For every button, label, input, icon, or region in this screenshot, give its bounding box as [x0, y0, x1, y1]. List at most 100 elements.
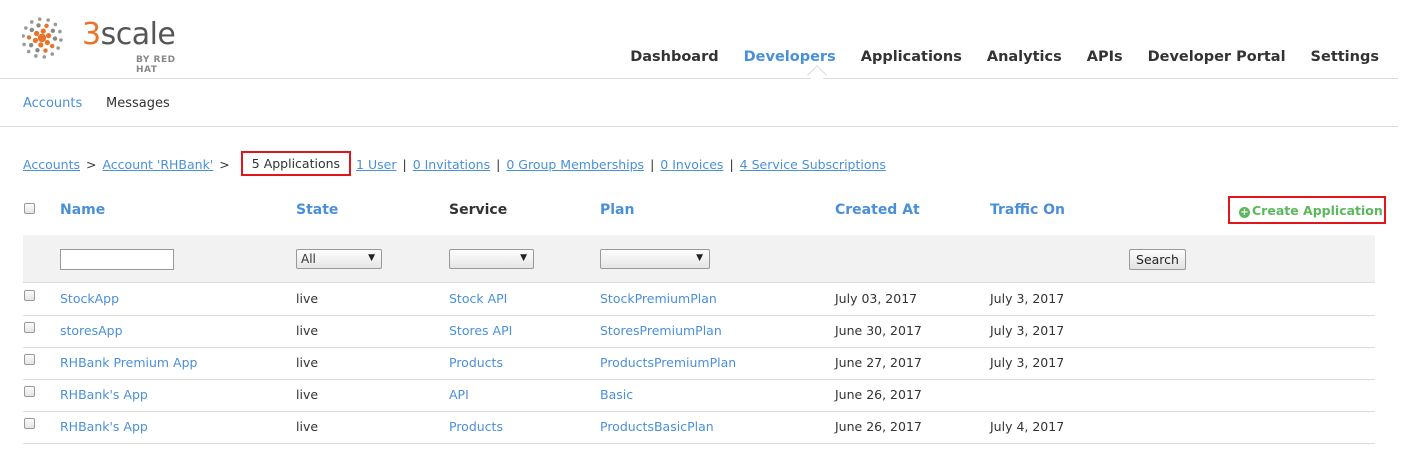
column-header-plan[interactable]: Plan: [600, 202, 634, 218]
logo-dot: [50, 52, 55, 56]
create-application-label: Create Application: [1252, 203, 1383, 218]
breadcrumb-link-0-invoices[interactable]: 0 Invoices: [660, 157, 723, 172]
plan-filter-select[interactable]: ▼: [600, 249, 710, 269]
cell-traffic-on: July 3, 2017: [990, 323, 1065, 338]
logo-dot: [22, 34, 25, 38]
service-filter-select[interactable]: ▼: [449, 249, 534, 269]
state-filter-value: All: [301, 252, 316, 266]
logo-dot: [34, 54, 38, 58]
breadcrumb-accounts-link[interactable]: Accounts: [23, 157, 80, 172]
cell-created-at: June 26, 2017: [835, 387, 922, 402]
logo-dot: [50, 28, 56, 34]
nav-developer-portal[interactable]: Developer Portal: [1148, 48, 1286, 66]
logo-wordmark: 3scale: [82, 17, 176, 52]
cell-traffic-on: July 4, 2017: [990, 419, 1065, 434]
breadcrumb-link-4-service-subscriptions[interactable]: 4 Service Subscriptions: [740, 157, 886, 172]
logo-dot: [37, 17, 42, 21]
breadcrumb: Accounts > Account 'RHBank' >5 Applications…: [23, 151, 886, 176]
3scale-logo[interactable]: 3scale BY RED HAT: [22, 14, 194, 75]
logo-dot: [26, 49, 31, 54]
cell-created-at: June 27, 2017: [835, 355, 922, 370]
column-header-state[interactable]: State: [296, 202, 338, 218]
breadcrumb-link-1-user[interactable]: 1 User: [356, 157, 396, 172]
table-row: RHBank Premium App live Products ProductsPr…: [23, 348, 1375, 380]
cell-traffic-on: July 3, 2017: [990, 291, 1065, 306]
nav-applications[interactable]: Applications: [861, 48, 962, 66]
breadcrumb-pipe: |: [729, 157, 734, 172]
logo-dots-icon: [22, 17, 63, 59]
select-all-checkbox[interactable]: [24, 203, 35, 214]
logo-dot: [53, 22, 58, 27]
cell-service[interactable]: Products: [449, 419, 503, 434]
logo-dot: [44, 39, 50, 46]
logo-dot: [59, 38, 63, 42]
breadcrumb-link-0-invitations[interactable]: 0 Invitations: [413, 157, 490, 172]
column-header-traffic-on[interactable]: Traffic On: [990, 202, 1065, 218]
cell-created-at: June 26, 2017: [835, 419, 922, 434]
name-filter-input[interactable]: [60, 249, 174, 270]
cell-state: live: [296, 323, 319, 338]
cell-name[interactable]: RHBank's App: [60, 419, 148, 434]
cell-plan[interactable]: StockPremiumPlan: [600, 291, 717, 306]
breadcrumb-pipe: |: [650, 157, 655, 172]
logo-dot: [35, 47, 40, 53]
logo-dot: [28, 42, 34, 48]
logo-dot: [29, 20, 34, 24]
nav-analytics[interactable]: Analytics: [987, 48, 1062, 66]
row-checkbox[interactable]: [24, 290, 35, 301]
cell-name[interactable]: StockApp: [60, 291, 119, 306]
nav-settings[interactable]: Settings: [1311, 48, 1379, 66]
logo-dot: [32, 37, 39, 43]
breadcrumb-pipe: |: [496, 157, 501, 172]
cell-name[interactable]: RHBank Premium App: [60, 355, 197, 370]
logo-dot: [42, 55, 47, 59]
breadcrumb-pipe: |: [402, 157, 407, 172]
row-checkbox[interactable]: [24, 354, 35, 365]
table-row: StockApp live Stock API StockPremiumPlan Jul…: [23, 284, 1375, 316]
cell-state: live: [296, 291, 319, 306]
cell-service[interactable]: API: [449, 387, 469, 402]
subnav-messages-link[interactable]: Messages: [106, 96, 170, 111]
cell-created-at: June 30, 2017: [835, 323, 922, 338]
column-header-name[interactable]: Name: [60, 202, 105, 218]
cell-created-at: July 03, 2017: [835, 291, 918, 306]
cell-plan[interactable]: ProductsPremiumPlan: [600, 355, 736, 370]
cell-name[interactable]: RHBank's App: [60, 387, 148, 402]
cell-state: live: [296, 355, 319, 370]
logo-dot: [36, 23, 41, 28]
logo-dot: [56, 46, 60, 50]
create-application-button[interactable]: + Create Application: [1228, 196, 1386, 224]
state-filter-select[interactable]: All ▼: [296, 249, 382, 269]
logo-dot: [29, 27, 35, 33]
logo-dot: [58, 29, 62, 34]
breadcrumb-link-0-group-memberships[interactable]: 0 Group Memberships: [506, 157, 644, 172]
logo-dot: [45, 33, 52, 39]
nav-dashboard[interactable]: Dashboard: [630, 48, 718, 66]
cell-plan[interactable]: StoresPremiumPlan: [600, 323, 722, 338]
search-button[interactable]: Search: [1129, 249, 1186, 270]
row-checkbox[interactable]: [24, 386, 35, 397]
cell-service[interactable]: Stock API: [449, 291, 507, 306]
subnav-accounts-link[interactable]: Accounts: [23, 96, 82, 111]
logo-dot: [46, 18, 50, 22]
row-checkbox[interactable]: [24, 418, 35, 429]
logo-dot: [38, 42, 44, 48]
cell-service[interactable]: Stores API: [449, 323, 512, 338]
nav-developers[interactable]: Developers: [744, 48, 836, 66]
breadcrumb-account-link[interactable]: Account 'RHBank': [102, 157, 213, 172]
logo-dot: [43, 48, 48, 53]
table-header: Name State Service Plan Created At Traff…: [23, 192, 1386, 228]
cell-plan[interactable]: ProductsBasicPlan: [600, 419, 714, 434]
column-header-created-at[interactable]: Created At: [835, 202, 920, 218]
cell-service[interactable]: Products: [449, 355, 503, 370]
table-row: storesApp live Stores API StoresPremiumPlan…: [23, 316, 1375, 348]
table-row: RHBank's App live Products ProductsBasicPla…: [23, 412, 1375, 444]
cell-name[interactable]: storesApp: [60, 323, 123, 338]
logo-dot: [24, 26, 28, 30]
logo-dot: [40, 28, 46, 34]
logo-dot: [52, 36, 58, 41]
nav-apis[interactable]: APIs: [1087, 48, 1123, 66]
row-checkbox[interactable]: [24, 322, 35, 333]
cell-plan[interactable]: Basic: [600, 387, 633, 402]
column-header-service: Service: [449, 202, 508, 218]
